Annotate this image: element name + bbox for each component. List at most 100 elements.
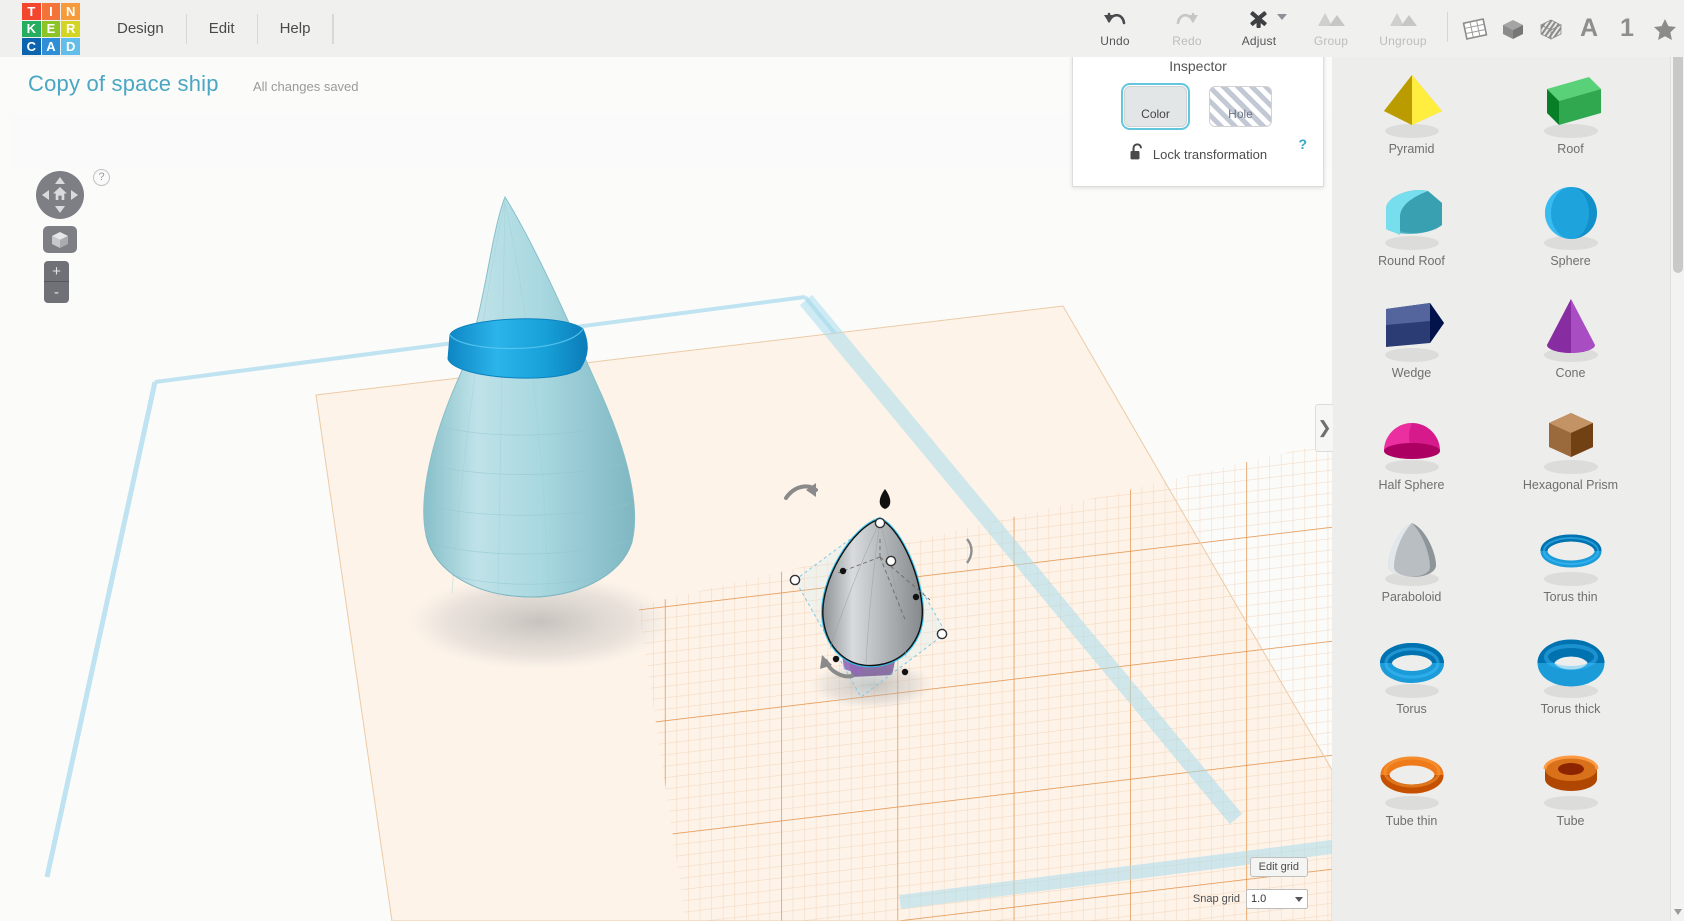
shape-label: Tube thin (1385, 814, 1438, 828)
logo-tile-n: N (61, 3, 80, 20)
inspector-swatches: Color Hole ? (1073, 83, 1323, 152)
logo-tile-c: C (22, 38, 41, 55)
tinkercad-logo[interactable]: TIN KER CAD (22, 3, 80, 55)
shape-label: Torus thick (1540, 702, 1601, 716)
xray-view-button[interactable] (1532, 0, 1570, 57)
group-button[interactable]: Group (1295, 0, 1367, 48)
scrollbar-thumb[interactable] (1673, 48, 1683, 273)
wireframe-cube-icon (1540, 19, 1562, 40)
shape-label: Paraboloid (1381, 590, 1442, 604)
chevron-down-icon (1295, 896, 1303, 902)
canvas-help-icon[interactable]: ? (93, 169, 110, 186)
view-left-arrow-icon[interactable] (42, 190, 49, 200)
hole-swatch-label: Hole (1228, 107, 1253, 121)
logo-tile-r: R (61, 20, 80, 38)
menu-design[interactable]: Design (95, 13, 187, 44)
tinkercad-app: + - ? Edit grid Snap grid 1.0 Copy of sp… (0, 0, 1684, 921)
view-up-arrow-icon[interactable] (55, 177, 65, 184)
scroll-down-arrow-icon[interactable] (1671, 905, 1684, 919)
star-icon (1654, 18, 1676, 40)
lock-transformation-label: Lock transformation (1152, 147, 1268, 162)
logo-tile-k: K (22, 20, 41, 38)
menu-bar: Design Edit Help (95, 0, 335, 57)
shape-item-roof[interactable]: Roof (1491, 50, 1650, 162)
shape-item-cone[interactable]: Cone (1491, 274, 1650, 386)
shape-item-half-sphere[interactable]: Half Sphere (1332, 386, 1491, 498)
zoom-out-button[interactable]: - (44, 282, 69, 303)
shape-item-wedge[interactable]: Wedge (1332, 274, 1491, 386)
home-view-icon[interactable] (51, 185, 69, 203)
shape-label: Half Sphere (1378, 478, 1445, 492)
shape-item-tube[interactable]: Tube (1491, 722, 1650, 834)
shape-grid: Box Cylinder Pyramid Roof Round Roof Sph… (1332, 0, 1650, 834)
page-title[interactable]: Copy of space ship (28, 71, 219, 97)
favorites-button[interactable] (1646, 0, 1684, 57)
view-orbit-pad[interactable] (36, 171, 84, 219)
pyramid-icon (1370, 66, 1454, 140)
menu-divider (333, 13, 335, 44)
color-swatch-button[interactable]: Color (1121, 83, 1190, 130)
shape-item-pyramid[interactable]: Pyramid (1332, 50, 1491, 162)
redo-icon (1151, 6, 1223, 32)
zoom-buttons[interactable]: + - (44, 261, 69, 303)
undo-icon (1079, 6, 1151, 32)
snap-grid-control[interactable]: Snap grid 1.0 (1193, 889, 1308, 909)
shape-item-torus[interactable]: Torus (1332, 610, 1491, 722)
roof-icon (1529, 66, 1613, 140)
logo-tile-i: I (41, 3, 61, 20)
snap-grid-select[interactable]: 1.0 (1246, 889, 1308, 909)
redo-button[interactable]: Redo (1151, 0, 1223, 48)
lock-transformation-row[interactable]: Lock transformation (1073, 143, 1323, 166)
number-one-icon: 1 (1620, 14, 1634, 42)
solid-view-button[interactable] (1494, 0, 1532, 57)
shape-item-paraboloid[interactable]: Paraboloid (1332, 498, 1491, 610)
ungroup-button[interactable]: Ungroup (1367, 0, 1439, 48)
toolbar: Undo Redo Adjust Group Ungroup A 1 (1079, 0, 1684, 57)
shape-label: Wedge (1391, 366, 1432, 380)
view-right-arrow-icon[interactable] (71, 190, 78, 200)
shape-label: Cone (1555, 366, 1586, 380)
group-label: Group (1313, 34, 1349, 48)
ungroup-label: Ungroup (1379, 34, 1427, 48)
collapse-shape-panel-button[interactable]: ❯ (1315, 404, 1333, 452)
menu-edit[interactable]: Edit (187, 13, 258, 44)
lock-open-icon[interactable] (1129, 143, 1145, 166)
shape-item-hexagonal-prism[interactable]: Hexagonal Prism (1491, 386, 1650, 498)
hole-swatch-button[interactable]: Hole (1209, 86, 1272, 127)
undo-label: Undo (1100, 34, 1130, 48)
view-down-arrow-icon[interactable] (55, 206, 65, 213)
undo-button[interactable]: Undo (1079, 0, 1151, 48)
wedge-icon (1370, 290, 1454, 364)
cone-icon (1529, 290, 1613, 364)
redo-label: Redo (1172, 34, 1202, 48)
top-bar: TINKERCAD Design Edit Help Undo Redo Adj… (0, 0, 1684, 57)
shape-item-round-roof[interactable]: Round Roof (1332, 162, 1491, 274)
adjust-caret-icon[interactable] (1277, 14, 1287, 20)
inspector-help-icon[interactable]: ? (1298, 136, 1307, 152)
paraboloid-icon (1370, 514, 1454, 588)
halfsphere-icon (1370, 402, 1454, 476)
shape-item-torus-thin[interactable]: Torus thin (1491, 498, 1650, 610)
adjust-button[interactable]: Adjust (1223, 0, 1295, 48)
shape-panel-scrollbar[interactable] (1670, 0, 1684, 921)
workplane-button[interactable] (1456, 0, 1494, 57)
menu-help[interactable]: Help (258, 13, 334, 44)
fit-view-cube-icon[interactable] (43, 226, 77, 253)
shape-panel: Box Cylinder Pyramid Roof Round Roof Sph… (1332, 0, 1684, 921)
shape-label: Torus (1396, 702, 1427, 716)
tubethin-icon (1370, 738, 1454, 812)
logo-tile-d: D (61, 38, 80, 55)
snap-grid-value: 1.0 (1251, 893, 1267, 905)
text-tool-button[interactable]: A (1570, 0, 1608, 57)
letter-a-icon: A (1579, 14, 1599, 42)
logo-tile-t: T (22, 3, 41, 20)
roundroof-icon (1370, 178, 1454, 252)
shape-item-torus-thick[interactable]: Torus thick (1491, 610, 1650, 722)
save-status: All changes saved (253, 79, 359, 94)
edit-grid-button[interactable]: Edit grid (1249, 857, 1308, 877)
view-navigation[interactable]: + - (36, 171, 84, 303)
shape-item-sphere[interactable]: Sphere (1491, 162, 1650, 274)
shape-item-tube-thin[interactable]: Tube thin (1332, 722, 1491, 834)
zoom-in-button[interactable]: + (44, 261, 69, 282)
number-tool-button[interactable]: 1 (1608, 0, 1646, 57)
